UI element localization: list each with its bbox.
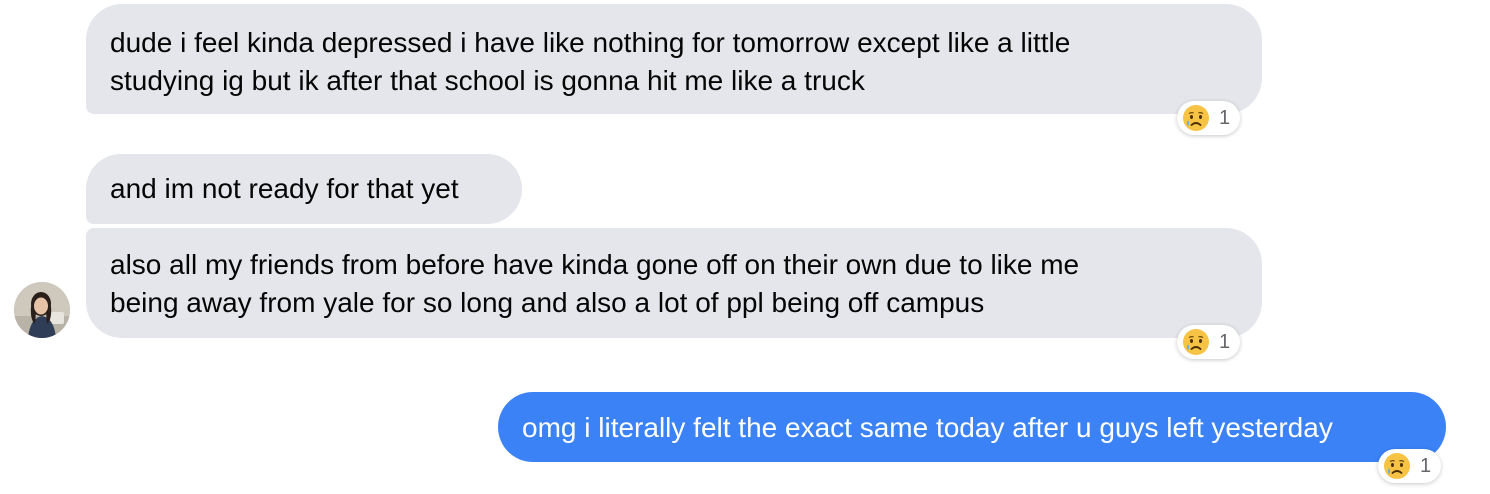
message-text-line: dude i feel kinda depressed i have like …	[110, 27, 1071, 58]
avatar-image	[14, 282, 70, 338]
message-text-line: being away from yale for so long and als…	[110, 287, 985, 318]
reaction-badge[interactable]: 1	[1177, 101, 1241, 135]
incoming-message-bubble[interactable]: and im not ready for that yet	[86, 154, 522, 224]
message-text-line: and im not ready for that yet	[110, 173, 459, 204]
crying-face-icon	[1384, 453, 1410, 479]
incoming-message-bubble[interactable]: dude i feel kinda depressed i have like …	[86, 4, 1262, 114]
reaction-count: 1	[1219, 331, 1231, 353]
contact-avatar[interactable]	[14, 282, 70, 338]
reaction-count: 1	[1219, 107, 1231, 129]
message-thread: dude i feel kinda depressed i have like …	[0, 0, 1490, 494]
message-text-line: omg i literally felt the exact same toda…	[522, 412, 1333, 443]
incoming-message-bubble[interactable]: also all my friends from before have kin…	[86, 228, 1262, 338]
crying-face-icon	[1183, 329, 1209, 355]
message-text-line: also all my friends from before have kin…	[110, 249, 1080, 280]
message-text-line: studying ig but ik after that school is …	[110, 65, 865, 96]
reaction-count: 1	[1420, 455, 1432, 477]
crying-face-icon	[1183, 105, 1209, 131]
outgoing-message-bubble[interactable]: omg i literally felt the exact same toda…	[498, 392, 1446, 462]
reaction-badge[interactable]: 1	[1177, 325, 1241, 359]
reaction-badge[interactable]: 1	[1378, 449, 1442, 483]
